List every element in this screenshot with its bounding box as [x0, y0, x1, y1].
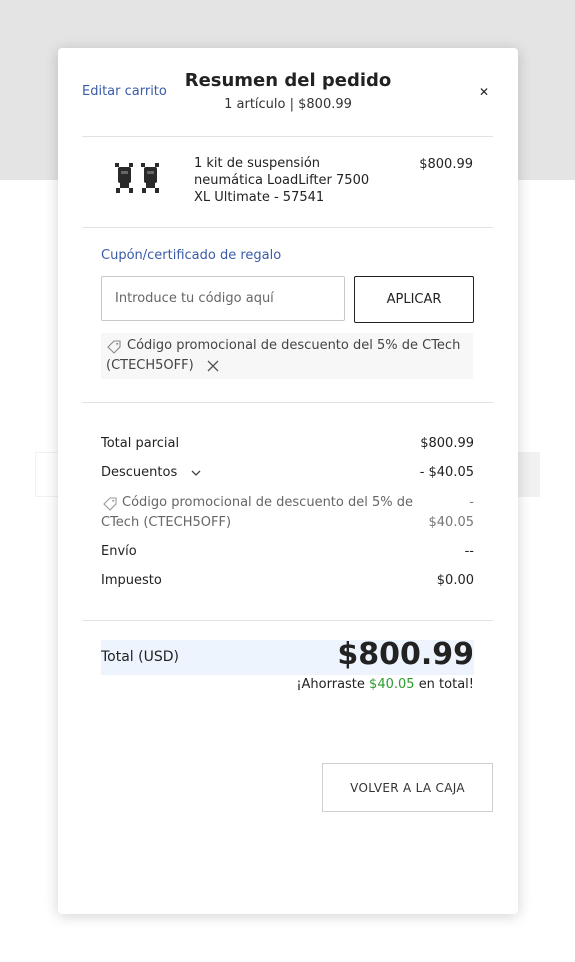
- discount-detail-value: - $40.05: [398, 493, 475, 533]
- shipping-label: Envío: [101, 544, 137, 559]
- discounts-value: - $40.05: [419, 465, 474, 480]
- modal-subtitle: 1 artículo | $800.99: [224, 97, 352, 112]
- divider: [82, 136, 493, 137]
- apply-coupon-button[interactable]: APLICAR: [354, 276, 474, 323]
- item-name: 1 kit de suspensión neumática LoadLifter…: [194, 156, 370, 205]
- modal-title: Resumen del pedido: [184, 70, 392, 91]
- subtotal-label: Total parcial: [101, 436, 180, 451]
- divider: [82, 227, 493, 228]
- discount-detail-sign: -: [469, 495, 474, 510]
- savings-prefix: ¡Ahorraste: [296, 677, 365, 692]
- applied-promo-text: Código promocional de descuento del 5% d…: [106, 338, 461, 373]
- chevron-down-icon: [191, 470, 201, 476]
- divider: [82, 620, 493, 621]
- remove-promo-icon[interactable]: [207, 359, 223, 375]
- shipping-value: --: [464, 544, 474, 559]
- savings-amount: $40.05: [369, 677, 415, 692]
- coupon-code-input[interactable]: [101, 276, 345, 321]
- discounts-label: Descuentos: [101, 465, 178, 480]
- tax-value: $0.00: [436, 573, 474, 588]
- subtotal-value: $800.99: [420, 436, 474, 451]
- coupon-label: Cupón/certificado de regalo: [101, 248, 282, 263]
- discounts-toggle[interactable]: Descuentos: [101, 465, 201, 480]
- total-value: $800.99: [337, 637, 474, 672]
- item-price: $800.99: [419, 157, 473, 172]
- discount-detail-label: Código promocional de descuento del 5% d…: [101, 495, 413, 530]
- savings-text: ¡Ahorraste $40.05 en total!: [238, 677, 474, 692]
- order-summary-modal: Editar carrito Resumen del pedido 1 artí…: [58, 48, 518, 914]
- savings-suffix: en total!: [418, 677, 474, 692]
- divider: [82, 402, 493, 403]
- discount-detail-amount: $40.05: [428, 515, 475, 530]
- close-icon[interactable]: ✕: [476, 84, 492, 100]
- air-suspension-kit-image: [115, 163, 159, 193]
- back-to-checkout-button[interactable]: VOLVER A LA CAJA: [322, 763, 493, 812]
- applied-promo-chip: Código promocional de descuento del 5% d…: [101, 333, 473, 379]
- tax-label: Impuesto: [101, 573, 162, 588]
- total-label: Total (USD): [101, 649, 179, 665]
